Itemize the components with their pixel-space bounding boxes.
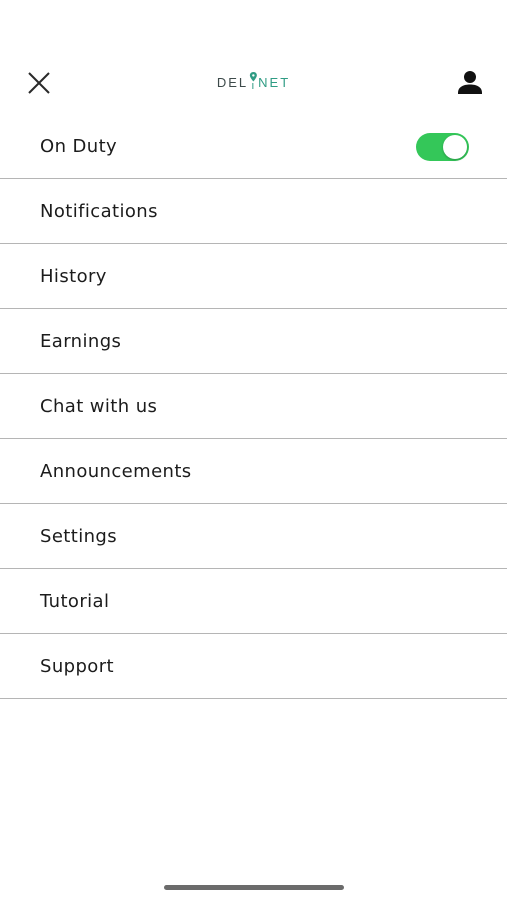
on-duty-label: On Duty xyxy=(40,136,118,157)
on-duty-toggle[interactable] xyxy=(416,132,469,161)
toggle-knob xyxy=(443,134,467,159)
menu-item-announcements[interactable]: Announcements xyxy=(0,439,507,504)
menu-item-label: Support xyxy=(40,655,114,677)
home-indicator[interactable] xyxy=(164,885,344,890)
menu-item-on-duty: On Duty xyxy=(0,115,507,179)
menu-item-label: Settings xyxy=(40,525,118,547)
menu-item-earnings[interactable]: Earnings xyxy=(0,309,507,374)
menu-item-label: Chat with us xyxy=(40,395,158,417)
close-icon xyxy=(28,72,50,94)
menu-item-settings[interactable]: Settings xyxy=(0,504,507,569)
location-pin-icon xyxy=(249,72,257,82)
side-menu: On Duty Notifications History Earnings C… xyxy=(0,115,507,699)
menu-item-label: History xyxy=(40,265,107,287)
app-logo: DEL NET xyxy=(216,72,291,90)
logo-text-right: NET xyxy=(258,75,291,90)
menu-item-label: Tutorial xyxy=(40,590,110,612)
menu-item-label: Announcements xyxy=(40,460,192,482)
profile-button[interactable] xyxy=(455,68,485,98)
menu-item-history[interactable]: History xyxy=(0,244,507,309)
menu-item-label: Notifications xyxy=(40,200,158,222)
logo-text-left: DEL xyxy=(216,75,249,90)
menu-item-notifications[interactable]: Notifications xyxy=(0,179,507,244)
close-button[interactable] xyxy=(22,66,56,100)
menu-item-support[interactable]: Support xyxy=(0,634,507,699)
menu-item-label: Earnings xyxy=(40,330,122,352)
menu-item-chat[interactable]: Chat with us xyxy=(0,374,507,439)
header: DEL NET xyxy=(0,56,507,108)
menu-item-tutorial[interactable]: Tutorial xyxy=(0,569,507,634)
logo-i-mark xyxy=(249,72,257,90)
person-icon xyxy=(458,71,482,94)
